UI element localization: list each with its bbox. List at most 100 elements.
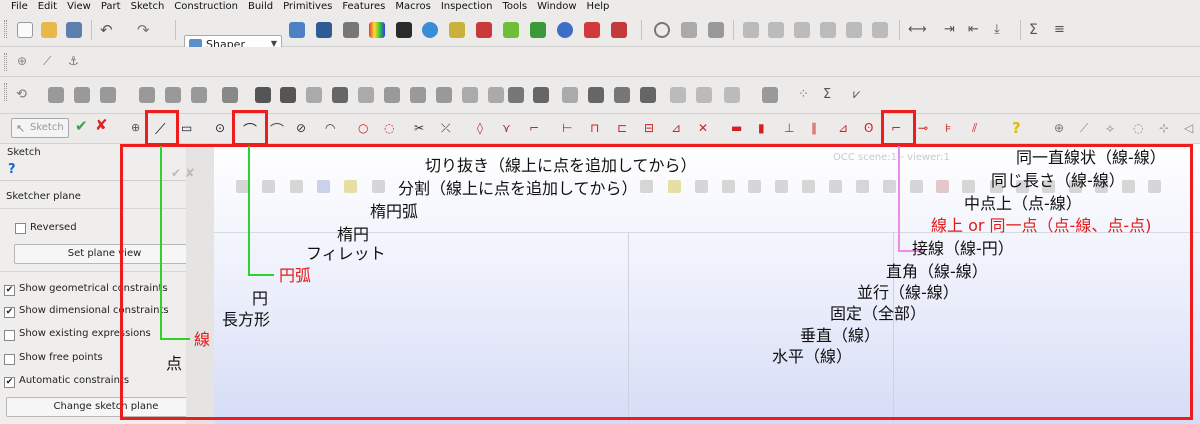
fixed-constraint-icon[interactable]: ⊥: [784, 121, 800, 137]
snap-node-icon[interactable]: ⊹: [1159, 121, 1175, 137]
menu-file[interactable]: File: [6, 0, 33, 14]
anchor-icon[interactable]: ⚓: [68, 54, 84, 70]
snap-line-icon[interactable]: ⟋: [1080, 121, 1096, 137]
constraint-f-icon[interactable]: ✕: [698, 121, 714, 137]
toolbar-grip[interactable]: [4, 53, 7, 71]
tube-icon[interactable]: [384, 87, 400, 103]
constraint-b-icon[interactable]: ⊓: [590, 121, 606, 137]
help-icon[interactable]: ?: [1012, 119, 1028, 137]
ellipse-arc-tool-icon[interactable]: ◠: [325, 121, 341, 137]
reversed-checkbox[interactable]: [15, 223, 26, 234]
tool-e-icon[interactable]: [846, 22, 862, 38]
tool-icon[interactable]: [476, 22, 492, 38]
menu-part[interactable]: Part: [96, 0, 126, 14]
midpoint-constraint-icon[interactable]: ⊧: [945, 121, 961, 137]
corner-icon[interactable]: ⌐: [529, 121, 545, 137]
box-icon[interactable]: [503, 22, 519, 38]
wedge-icon[interactable]: [436, 87, 452, 103]
gear-icon[interactable]: [557, 22, 573, 38]
robot-icon[interactable]: [530, 22, 546, 38]
measure-icon[interactable]: [584, 22, 600, 38]
list-icon[interactable]: ≡: [1054, 22, 1070, 38]
dots-icon[interactable]: ⁘: [798, 87, 814, 103]
show-existing-expressions-checkbox[interactable]: [4, 330, 15, 341]
mirror-sketch-icon[interactable]: ◊: [477, 121, 493, 137]
symmetry-icon[interactable]: ⋎: [502, 121, 518, 137]
boolean-icon[interactable]: [508, 87, 524, 103]
show-free-points-checkbox[interactable]: [4, 354, 15, 365]
menu-macros[interactable]: Macros: [390, 0, 435, 14]
offset-icon[interactable]: [724, 87, 740, 103]
equal-constraint-icon[interactable]: ⫽: [972, 121, 988, 137]
import-icon[interactable]: ⇥: [944, 22, 960, 38]
horizontal-constraint-icon[interactable]: ▬: [731, 121, 747, 137]
trash-icon[interactable]: [708, 22, 724, 38]
menu-primitives[interactable]: Primitives: [278, 0, 337, 14]
snap-more-icon[interactable]: ◁: [1184, 121, 1200, 137]
chamfer-icon[interactable]: [670, 87, 686, 103]
helix-icon[interactable]: [462, 87, 478, 103]
sketch-button[interactable]: ↖ Sketch: [11, 118, 69, 138]
section-icon[interactable]: [614, 87, 630, 103]
sum-icon[interactable]: Σ: [1029, 22, 1045, 38]
constraint-a-icon[interactable]: ⊢: [562, 121, 578, 137]
scroll-icon[interactable]: [449, 22, 465, 38]
sphere-icon[interactable]: [306, 87, 322, 103]
torus-icon[interactable]: [358, 87, 374, 103]
spectrum-icon[interactable]: [369, 22, 385, 38]
refresh-icon[interactable]: ⟲: [16, 87, 32, 103]
thickness-icon[interactable]: [191, 87, 207, 103]
tangent-constraint-icon[interactable]: ʘ: [864, 121, 880, 137]
menu-edit[interactable]: Edit: [33, 0, 62, 14]
menu-build[interactable]: Build: [243, 0, 278, 14]
automatic-constraints-checkbox[interactable]: ✔: [4, 377, 15, 388]
check-icon[interactable]: ✔: [75, 117, 88, 135]
snap-curve-icon[interactable]: ⟡: [1106, 121, 1122, 137]
fillet-3d-icon[interactable]: [696, 87, 712, 103]
globe-icon[interactable]: [422, 22, 438, 38]
prism-icon[interactable]: [410, 87, 426, 103]
compound-icon[interactable]: [762, 87, 778, 103]
export-icon[interactable]: ⇤: [968, 22, 984, 38]
trim-tool-icon[interactable]: ⤫: [441, 121, 457, 137]
show-dimensional-constraints-checkbox[interactable]: ✔: [4, 307, 15, 318]
shape-icon[interactable]: ⩗: [853, 87, 869, 103]
snap-point-icon[interactable]: ⊕: [1054, 121, 1070, 137]
spiral-icon[interactable]: [488, 87, 504, 103]
mirror-icon[interactable]: [222, 87, 238, 103]
revolve-icon[interactable]: [100, 87, 116, 103]
line-tool-icon[interactable]: ⟋: [43, 54, 59, 70]
settings-icon[interactable]: [654, 22, 670, 38]
menu-view[interactable]: View: [62, 0, 96, 14]
menu-window[interactable]: Window: [532, 0, 581, 14]
parallel-constraint-icon[interactable]: ∥: [811, 121, 827, 137]
download-icon[interactable]: ⤓: [994, 22, 1010, 38]
box-solid-icon[interactable]: [255, 87, 271, 103]
copy-icon[interactable]: [681, 22, 697, 38]
menu-tools[interactable]: Tools: [497, 0, 532, 14]
sketcher-icon[interactable]: [289, 22, 305, 38]
loft-icon[interactable]: [139, 87, 155, 103]
menu-help[interactable]: Help: [582, 0, 615, 14]
cone-icon[interactable]: [332, 87, 348, 103]
menu-sketch[interactable]: Sketch: [126, 0, 170, 14]
constraint-d-icon[interactable]: ⊟: [644, 121, 660, 137]
tool-d-icon[interactable]: [820, 22, 836, 38]
close-icon[interactable]: ✘: [95, 116, 108, 134]
snap-icon[interactable]: ⊕: [17, 54, 33, 70]
cut-icon[interactable]: [533, 87, 549, 103]
toolbar-grip[interactable]: [4, 83, 7, 101]
redo-icon[interactable]: ↷: [137, 22, 153, 38]
toolbar-grip[interactable]: [4, 20, 7, 38]
menu-features[interactable]: Features: [337, 0, 390, 14]
save-icon[interactable]: [66, 22, 82, 38]
constraint-e-icon[interactable]: ⊿: [671, 121, 687, 137]
undo-icon[interactable]: ↶: [100, 22, 116, 38]
point-on-object-icon[interactable]: ⊸: [918, 121, 934, 137]
new-document-icon[interactable]: [17, 22, 33, 38]
open-folder-icon[interactable]: [41, 22, 57, 38]
sweep-icon[interactable]: [165, 87, 181, 103]
tool-a-icon[interactable]: [743, 22, 759, 38]
circle-dashed-icon[interactable]: ◌: [384, 121, 400, 137]
tool-b-icon[interactable]: [768, 22, 784, 38]
